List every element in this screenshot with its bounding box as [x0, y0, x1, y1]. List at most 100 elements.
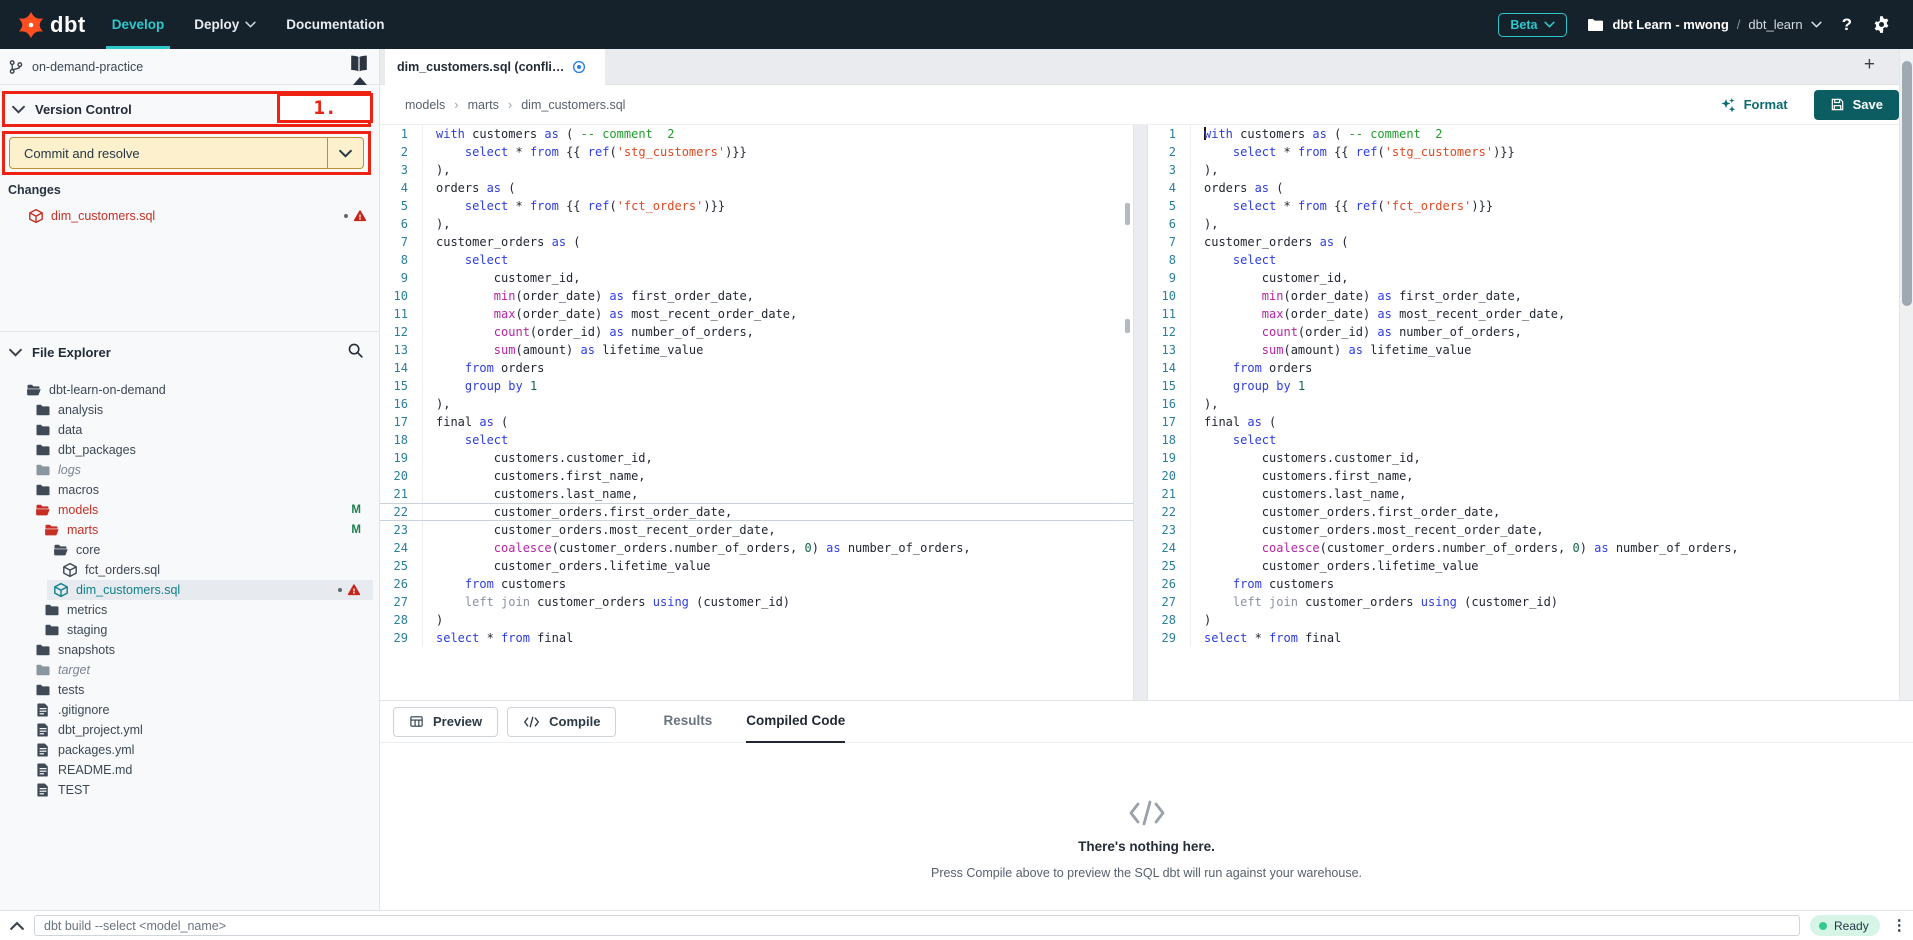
breadcrumb-item-dim_customers.sql[interactable]: dim_customers.sql — [521, 98, 625, 112]
tree-item-dim_customers.sql[interactable]: dim_customers.sql — [47, 580, 373, 600]
scroll-mark[interactable] — [1125, 203, 1130, 225]
preview-button[interactable]: Preview — [393, 707, 498, 737]
line-number: 14 — [1148, 359, 1190, 377]
help-icon[interactable]: ? — [1842, 15, 1852, 35]
tree-item-models[interactable]: modelsM — [0, 500, 379, 520]
code-line: 8 select — [1148, 251, 1899, 269]
code-line: 15 group by 1 — [380, 377, 1133, 395]
tree-item-TEST[interactable]: TEST — [0, 780, 379, 800]
save-label: Save — [1853, 97, 1883, 112]
commit-and-resolve-button[interactable]: Commit and resolve — [9, 137, 364, 169]
dbt-logo[interactable]: dbt — [0, 10, 112, 40]
line-number: 29 — [380, 629, 422, 647]
command-input[interactable]: dbt build --select <model_name> — [34, 915, 1800, 936]
tree-item-label: .gitignore — [58, 703, 109, 717]
line-number: 17 — [1148, 413, 1190, 431]
code-line: 6), — [1148, 215, 1899, 233]
code-line: 24 coalesce(customer_orders.number_of_or… — [380, 539, 1133, 557]
line-number: 4 — [380, 179, 422, 197]
scrollbar-thumb[interactable] — [1902, 61, 1912, 306]
annotation-label-1: 1. — [277, 93, 373, 123]
save-button[interactable]: Save — [1814, 90, 1899, 120]
chevron-up-icon[interactable] — [10, 921, 24, 931]
nav-item-documentation[interactable]: Documentation — [286, 0, 384, 49]
code-line: 3), — [380, 161, 1133, 179]
docs-book-icon[interactable] — [347, 54, 371, 74]
scrollbar-track[interactable] — [1899, 49, 1913, 700]
line-number: 22 — [380, 504, 422, 520]
tree-item-marts[interactable]: martsM — [0, 520, 379, 540]
breadcrumb-item-models[interactable]: models — [405, 98, 445, 112]
code-line: 16), — [380, 395, 1133, 413]
tree-item-dbt_packages[interactable]: dbt_packages — [0, 440, 379, 460]
scroll-mark[interactable] — [1125, 319, 1130, 333]
code-line: 2 select * from {{ ref('stg_customers')}… — [1148, 143, 1899, 161]
tree-item-fct_orders.sql[interactable]: fct_orders.sql — [0, 560, 379, 580]
preview-label: Preview — [433, 714, 482, 729]
tab-dim-customers[interactable]: dim_customers.sql (confli… — [385, 49, 605, 85]
line-number: 4 — [1148, 179, 1190, 197]
changed-file-dim_customers.sql[interactable]: dim_customers.sql — [0, 205, 379, 227]
format-button[interactable]: Format — [1720, 97, 1788, 113]
modified-badge: M — [351, 524, 361, 536]
tree-item-snapshots[interactable]: snapshots — [0, 640, 379, 660]
kebab-menu-icon[interactable]: ⋮ — [1892, 923, 1907, 929]
version-control-title: Version Control — [35, 102, 132, 117]
code-icon — [523, 716, 540, 728]
tree-item-label: dbt-learn-on-demand — [49, 383, 166, 397]
chevron-down-icon — [245, 21, 256, 28]
empty-state-subtitle: Press Compile above to preview the SQL d… — [931, 866, 1362, 880]
tree-item-metrics[interactable]: metrics — [0, 600, 379, 620]
code-line: 23 customer_orders.most_recent_order_dat… — [380, 521, 1133, 539]
account-switcher[interactable]: dbt Learn - mwong / dbt_learn — [1587, 17, 1821, 32]
beta-button[interactable]: Beta — [1498, 13, 1567, 37]
nav-item-develop[interactable]: Develop — [112, 0, 165, 49]
changed-file-name: dim_customers.sql — [51, 209, 155, 223]
tree-item-analysis[interactable]: analysis — [0, 400, 379, 420]
nav-items: Develop Deploy Documentation — [112, 0, 385, 49]
gear-icon[interactable] — [1872, 15, 1891, 34]
code-line: 15 group by 1 — [1148, 377, 1899, 395]
code-line: 29select * from final — [380, 629, 1133, 647]
line-number: 7 — [380, 233, 422, 251]
breadcrumb-item-marts[interactable]: marts — [468, 98, 499, 112]
commit-dropdown-button[interactable] — [327, 138, 363, 168]
tree-item-macros[interactable]: macros — [0, 480, 379, 500]
code-line: 29select * from final — [1148, 629, 1899, 647]
new-tab-button[interactable]: + — [1864, 54, 1875, 76]
editor-pane-right[interactable]: 1with customers as ( -- comment 22 selec… — [1148, 125, 1899, 700]
changes-list: dim_customers.sql — [0, 205, 379, 227]
line-number: 9 — [380, 269, 422, 287]
code-line: 20 customers.first_name, — [380, 467, 1133, 485]
tree-item-data[interactable]: data — [0, 420, 379, 440]
commit-button-label[interactable]: Commit and resolve — [10, 138, 327, 168]
tree-item-label: TEST — [58, 783, 90, 797]
tree-item-target[interactable]: target — [0, 660, 379, 680]
tree-item-tests[interactable]: tests — [0, 680, 379, 700]
nav-item-deploy[interactable]: Deploy — [194, 0, 256, 49]
tree-item-staging[interactable]: staging — [0, 620, 379, 640]
code-line: 17final as ( — [380, 413, 1133, 431]
tree-item-README.md[interactable]: README.md — [0, 760, 379, 780]
tree-item-logs[interactable]: logs — [0, 460, 379, 480]
file-explorer-header[interactable]: File Explorer — [0, 339, 379, 365]
code-line: 5 select * from {{ ref('fct_orders')}} — [380, 197, 1133, 215]
editor-toolbar: models›marts›dim_customers.sql Format Sa… — [380, 85, 1913, 125]
tree-item-packages.yml[interactable]: packages.yml — [0, 740, 379, 760]
tree-item-core[interactable]: core — [0, 540, 379, 560]
annotation-number: 1. — [314, 97, 337, 119]
command-text: dbt build --select <model_name> — [44, 919, 226, 933]
tree-item-.gitignore[interactable]: .gitignore — [0, 700, 379, 720]
split-divider[interactable] — [1133, 125, 1148, 700]
panel-tab-compiled-code[interactable]: Compiled Code — [746, 701, 845, 743]
search-icon[interactable] — [347, 342, 364, 359]
compile-button[interactable]: Compile — [507, 707, 616, 737]
branch-selector[interactable]: on-demand-practice — [0, 49, 379, 85]
tree-item-dbt_project.yml[interactable]: dbt_project.yml — [0, 720, 379, 740]
tree-item-dbt-learn-on-demand[interactable]: dbt-learn-on-demand — [0, 380, 379, 400]
editor-pane-left[interactable]: 1with customers as ( -- comment 22 selec… — [380, 125, 1133, 700]
line-number: 15 — [1148, 377, 1190, 395]
code-line: 27 left join customer_orders using (cust… — [1148, 593, 1899, 611]
tree-item-label: README.md — [58, 763, 132, 777]
panel-tab-results[interactable]: Results — [663, 701, 712, 743]
